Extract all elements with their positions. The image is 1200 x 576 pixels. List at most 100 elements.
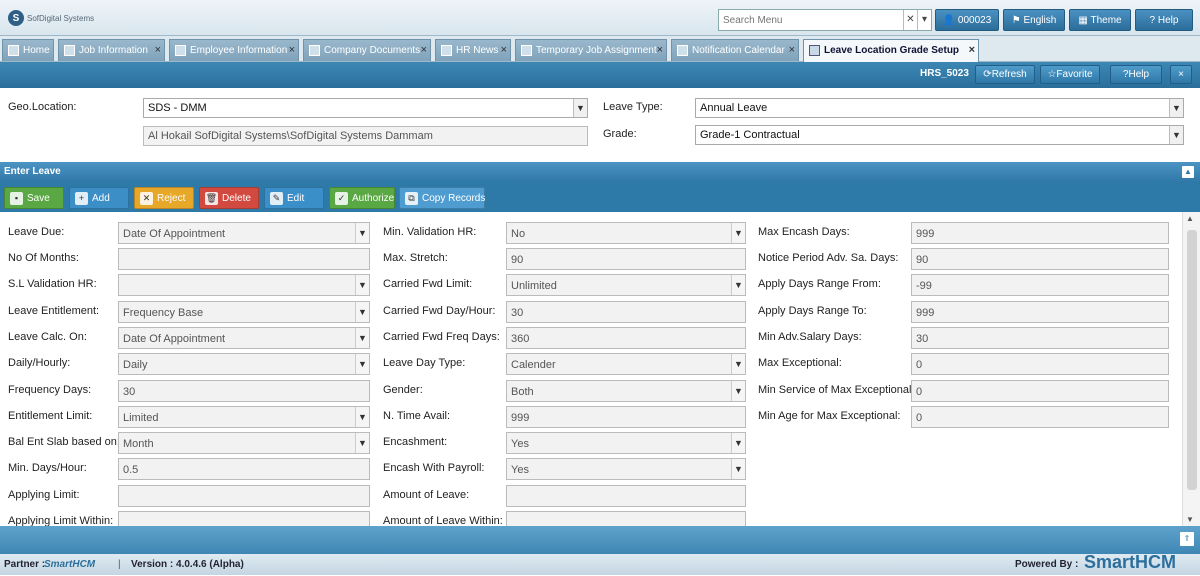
gender-select[interactable]: Both ▼: [506, 380, 746, 402]
tab-icon: [521, 45, 532, 56]
version-text: Version : 4.0.4.6 (Alpha): [131, 559, 244, 570]
leave-form: Leave Due: Date Of Appointment ▼ No Of Mo…: [0, 212, 1182, 526]
enter-leave-header: Enter Leave ▲: [0, 162, 1200, 182]
tab-icon: [809, 45, 820, 56]
search-dropdown-icon[interactable]: ▾: [917, 10, 931, 30]
leave-day-type-select[interactable]: Calender ▼: [506, 353, 746, 375]
leave-due-select[interactable]: Date Of Appointment ▼: [118, 222, 370, 244]
scroll-up-icon[interactable]: ▲: [1186, 214, 1194, 223]
close-tab-icon[interactable]: ×: [789, 40, 795, 61]
tab-company-documents[interactable]: Company Documents ×: [303, 39, 431, 61]
refresh-icon: ⟳: [983, 69, 992, 80]
refresh-button[interactable]: ⟳Refresh: [975, 65, 1035, 84]
notice-period-input[interactable]: 90: [911, 248, 1169, 270]
carried-fwd-freq-days-input[interactable]: 360: [506, 327, 746, 349]
close-tab-icon[interactable]: ×: [657, 40, 663, 61]
entitlement-limit-select[interactable]: Limited ▼: [118, 406, 370, 428]
max-stretch-input[interactable]: 90: [506, 248, 746, 270]
min-age-max-exceptional-input[interactable]: 0: [911, 406, 1169, 428]
min-adv-salary-days-input[interactable]: 30: [911, 327, 1169, 349]
tab-icon: [175, 45, 186, 56]
partner-logo: SmartHCM: [44, 559, 96, 570]
geo-location-select[interactable]: SDS - DMM ▼: [143, 98, 588, 118]
amount-of-leave-input[interactable]: [506, 485, 746, 507]
applying-limit-within-label: Applying Limit Within:: [8, 515, 114, 526]
copy-icon: ⧉: [405, 192, 418, 205]
applying-limit-input[interactable]: [118, 485, 370, 507]
applying-limit-within-input[interactable]: [118, 511, 370, 526]
carried-fwd-day-hour-label: Carried Fwd Day/Hour:: [383, 305, 496, 317]
chevron-down-icon: ▼: [731, 275, 745, 295]
max-encash-days-input[interactable]: 999: [911, 222, 1169, 244]
apply-days-range-from-input[interactable]: -99: [911, 274, 1169, 296]
chevron-down-icon: ▼: [1169, 126, 1183, 144]
frequency-days-input[interactable]: 30: [118, 380, 370, 402]
close-tab-icon[interactable]: ×: [289, 40, 295, 61]
tab-home[interactable]: Home: [2, 39, 54, 61]
daily-hourly-select[interactable]: Daily ▼: [118, 353, 370, 375]
company-logo: S SofDigital Systems: [8, 10, 94, 26]
partner-label: Partner :: [4, 559, 46, 570]
close-tab-icon[interactable]: ×: [501, 40, 507, 61]
tab-icon: [441, 45, 452, 56]
min-age-max-exceptional-label: Min Age for Max Exceptional:: [758, 410, 901, 422]
collapse-icon[interactable]: ▲: [1182, 166, 1194, 178]
scroll-thumb[interactable]: [1187, 230, 1197, 490]
search-menu[interactable]: ✕ ▾: [718, 9, 932, 31]
min-days-hour-input[interactable]: 0.5: [118, 458, 370, 480]
sl-validation-hr-select[interactable]: ▼: [118, 274, 370, 296]
favorite-button[interactable]: ☆Favorite: [1040, 65, 1100, 84]
leave-type-select[interactable]: Annual Leave ▼: [695, 98, 1184, 118]
tab-notification-calendar[interactable]: Notification Calendar ×: [671, 39, 799, 61]
scroll-down-icon[interactable]: ▼: [1186, 515, 1194, 524]
footer-separator: |: [118, 559, 121, 570]
close-tab-icon[interactable]: ×: [969, 40, 975, 61]
max-stretch-label: Max. Stretch:: [383, 252, 448, 264]
amount-of-leave-label: Amount of Leave:: [383, 489, 470, 501]
tab-employee-information[interactable]: Employee Information ×: [169, 39, 299, 61]
min-validation-hr-select[interactable]: No ▼: [506, 222, 746, 244]
clear-search-icon[interactable]: ✕: [903, 10, 917, 30]
delete-button[interactable]: 🗑 Delete: [199, 187, 259, 209]
tab-job-information[interactable]: Job Information ×: [58, 39, 165, 61]
tab-temporary-job-assignment[interactable]: Temporary Job Assignment ×: [515, 39, 667, 61]
grade-select[interactable]: Grade-1 Contractual ▼: [695, 125, 1184, 145]
edit-button[interactable]: ✎ Edit: [264, 187, 324, 209]
min-service-max-exceptional-input[interactable]: 0: [911, 380, 1169, 402]
encash-with-payroll-label: Encash With Payroll:: [383, 462, 485, 474]
tab-leave-location-grade-setup[interactable]: Leave Location Grade Setup ×: [803, 39, 979, 62]
user-button[interactable]: 👤 000023: [935, 9, 999, 31]
no-of-months-input[interactable]: [118, 248, 370, 270]
search-input[interactable]: [719, 10, 903, 30]
min-service-max-exceptional-label: Min Service of Max Exceptional:: [758, 384, 915, 396]
max-exceptional-input[interactable]: 0: [911, 353, 1169, 375]
leave-calc-on-select[interactable]: Date Of Appointment ▼: [118, 327, 370, 349]
reject-button[interactable]: ✕ Reject: [134, 187, 194, 209]
close-tab-icon[interactable]: ×: [421, 40, 427, 61]
close-page-button[interactable]: ×: [1170, 65, 1192, 84]
help-button[interactable]: ? Help: [1135, 9, 1193, 31]
theme-button[interactable]: ▦ Theme: [1069, 9, 1131, 31]
tab-hr-news[interactable]: HR News ×: [435, 39, 511, 61]
logo-text: SofDigital Systems: [27, 13, 95, 23]
amount-of-leave-within-input[interactable]: [506, 511, 746, 526]
n-time-avail-input[interactable]: 999: [506, 406, 746, 428]
encash-with-payroll-select[interactable]: Yes ▼: [506, 458, 746, 480]
leave-entitlement-select[interactable]: Frequency Base ▼: [118, 301, 370, 323]
carried-fwd-day-hour-input[interactable]: 30: [506, 301, 746, 323]
add-button[interactable]: + Add: [69, 187, 129, 209]
copy-records-button[interactable]: ⧉ Copy Records: [399, 187, 485, 209]
save-button[interactable]: ▪ Save: [4, 187, 64, 209]
apply-days-range-to-input[interactable]: 999: [911, 301, 1169, 323]
geo-location-label: Geo.Location:: [8, 101, 77, 113]
page-help-button[interactable]: ?Help: [1110, 65, 1162, 84]
carried-fwd-limit-select[interactable]: Unlimited ▼: [506, 274, 746, 296]
close-tab-icon[interactable]: ×: [155, 40, 161, 61]
authorize-button[interactable]: ✓ Authorize: [329, 187, 395, 209]
expand-icon[interactable]: ⇑: [1180, 532, 1194, 546]
top-bar: S SofDigital Systems ✕ ▾ 👤 000023 ⚑ Engl…: [0, 0, 1200, 36]
encashment-select[interactable]: Yes ▼: [506, 432, 746, 454]
bal-ent-slab-select[interactable]: Month ▼: [118, 432, 370, 454]
language-button[interactable]: ⚑ English: [1003, 9, 1065, 31]
form-scrollbar[interactable]: ▲ ▼: [1182, 212, 1200, 526]
